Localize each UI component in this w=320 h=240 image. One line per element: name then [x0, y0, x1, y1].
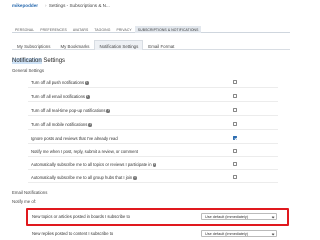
auto-subscribe-groups-checkbox[interactable] — [233, 175, 237, 179]
email-notifications-heading: Email Notifications — [12, 190, 48, 195]
tab-email-format[interactable]: Email Format — [143, 40, 179, 50]
select-value: Use default (immediately) — [205, 231, 249, 236]
tab-my-bookmarks[interactable]: My Bookmarks — [55, 40, 94, 50]
tab-subscriptions-notifications[interactable]: SUBSCRIPTIONS & NOTIFICATIONS — [134, 26, 202, 33]
turn-off-email-checkbox[interactable] — [233, 94, 237, 98]
turn-off-popup-checkbox[interactable] — [233, 108, 237, 112]
turn-off-push-checkbox[interactable] — [233, 80, 237, 84]
tab-tagging[interactable]: TAGGING — [91, 26, 113, 33]
email-row-new-replies: New replies posted to content I subscrib… — [28, 227, 282, 240]
setting-label: Turn off all push notifications i — [31, 80, 89, 85]
ignore-read-posts-checkbox[interactable] — [233, 136, 237, 140]
setting-label: Turn off all mobile notifications i — [31, 122, 92, 127]
notify-own-posts-checkbox[interactable] — [233, 149, 237, 153]
info-icon[interactable]: i — [88, 122, 92, 127]
top-bar: mikepodder › Settings - Subscriptions & … — [0, 0, 300, 12]
setting-row: Ignore posts and reviews that I've alrea… — [28, 134, 278, 144]
chevron-down-icon — [271, 232, 275, 236]
setting-row: Automatically subscribe me to all group … — [28, 173, 278, 183]
tab-preferences[interactable]: PREFERENCES — [37, 26, 70, 33]
turn-off-mobile-checkbox[interactable] — [233, 122, 237, 126]
tab-my-subscriptions[interactable]: My Subscriptions — [12, 40, 55, 50]
info-icon[interactable]: i — [106, 108, 111, 113]
setting-row: Turn off all email notifications i — [28, 92, 278, 102]
tab-notification-settings[interactable]: Notification Settings — [94, 40, 144, 50]
info-icon[interactable]: i — [133, 175, 137, 180]
breadcrumb: › Settings - Subscriptions & N... — [44, 3, 110, 8]
info-icon[interactable]: i — [86, 94, 90, 99]
setting-label: Notify me when I post, reply, submit a r… — [31, 149, 138, 154]
red-highlight-box — [26, 208, 289, 226]
breadcrumb-current: Settings - Subscriptions & N... — [48, 3, 110, 8]
setting-label: Turn off all email notifications i — [31, 94, 90, 99]
setting-row: Turn off all mobile notifications i — [28, 120, 278, 130]
site-logo[interactable]: mikepodder — [12, 3, 38, 8]
setting-row: Turn off all real-time pop-up notificati… — [28, 106, 278, 116]
info-icon[interactable]: i — [152, 162, 157, 167]
setting-label: Turn off all real-time pop-up notificati… — [31, 108, 111, 113]
page-title: Notification Settings — [12, 58, 65, 64]
setting-label: Automatically subscribe me to all topics… — [31, 162, 157, 167]
tab-avatars[interactable]: AVATARS — [70, 26, 92, 33]
setting-row: Turn off all push notifications i — [28, 78, 278, 88]
tab-privacy[interactable]: PRIVACY — [113, 26, 134, 33]
secondary-tabs: My Subscriptions My Bookmarks Notificati… — [12, 40, 290, 50]
setting-row: Automatically subscribe me to all topics… — [28, 160, 278, 170]
general-settings-heading: General Settings — [12, 68, 45, 73]
email-row-label: New replies posted to content I subscrib… — [32, 231, 114, 236]
setting-label: Automatically subscribe me to all group … — [31, 175, 137, 180]
page-title-highlight: Notification — [12, 58, 42, 64]
breadcrumb-separator: › — [45, 3, 47, 8]
primary-tabs: PERSONAL PREFERENCES AVATARS TAGGING PRI… — [12, 26, 290, 33]
page-title-rest: Settings — [41, 58, 66, 64]
auto-subscribe-topics-checkbox[interactable] — [233, 162, 237, 166]
info-icon[interactable]: i — [85, 80, 89, 85]
new-replies-frequency-select[interactable]: Use default (immediately) — [201, 230, 277, 237]
tab-personal[interactable]: PERSONAL — [12, 26, 37, 33]
notify-me-of-label: Notify me of: — [12, 199, 37, 204]
setting-row: Notify me when I post, reply, submit a r… — [28, 147, 278, 157]
setting-label: Ignore posts and reviews that I've alrea… — [31, 136, 118, 141]
